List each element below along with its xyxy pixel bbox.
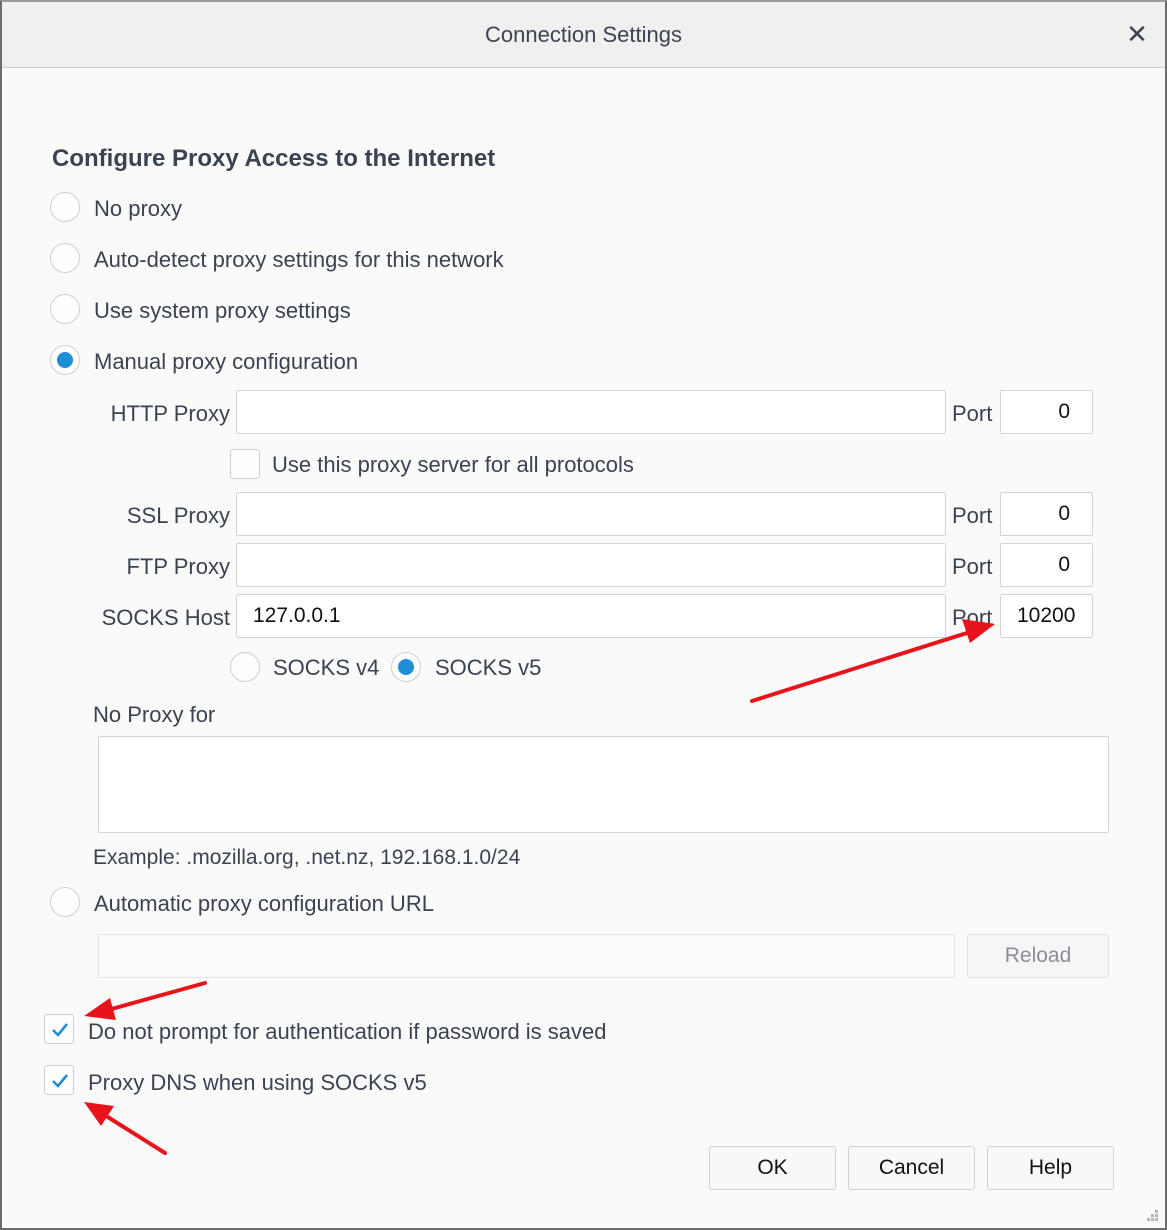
cancel-button[interactable]: Cancel: [848, 1146, 975, 1190]
section-heading: Configure Proxy Access to the Internet: [52, 145, 496, 172]
no-proxy-label: No Proxy for: [93, 702, 216, 727]
radio-no-proxy[interactable]: [50, 192, 80, 222]
dialog-title: Connection Settings: [485, 22, 682, 47]
http-proxy-input[interactable]: [236, 390, 946, 434]
radio-manual-proxy[interactable]: [50, 345, 80, 375]
share-proxy-label[interactable]: Use this proxy server for all protocols: [272, 452, 634, 478]
http-port-input[interactable]: 0: [1000, 390, 1093, 434]
help-button[interactable]: Help: [987, 1146, 1114, 1190]
ftp-port-label: Port: [952, 554, 993, 579]
radio-socks-v5-label[interactable]: SOCKS v5: [435, 655, 541, 681]
ftp-port-input[interactable]: 0: [1000, 543, 1093, 587]
radio-system-proxy-label[interactable]: Use system proxy settings: [94, 298, 351, 324]
ssl-proxy-input[interactable]: [236, 492, 946, 536]
reload-button[interactable]: Reload: [967, 934, 1109, 978]
radio-socks-v4-label[interactable]: SOCKS v4: [273, 655, 379, 681]
checkmark-icon: [52, 1074, 69, 1088]
socks-host-label: SOCKS Host: [101, 605, 230, 630]
proxy-dns-label[interactable]: Proxy DNS when using SOCKS v5: [88, 1070, 427, 1096]
radio-system-proxy[interactable]: [50, 294, 80, 324]
autoconfig-url-input[interactable]: [98, 934, 955, 978]
socks-port-label: Port: [952, 605, 993, 630]
radio-no-proxy-label[interactable]: No proxy: [94, 196, 182, 222]
radio-manual-proxy-label[interactable]: Manual proxy configuration: [94, 349, 358, 375]
ftp-proxy-label: FTP Proxy: [126, 554, 230, 579]
radio-autoconfig-url-label[interactable]: Automatic proxy configuration URL: [94, 891, 434, 917]
no-auth-prompt-label[interactable]: Do not prompt for authentication if pass…: [88, 1019, 607, 1045]
no-proxy-example: Example: .mozilla.org, .net.nz, 192.168.…: [93, 846, 521, 869]
checkmark-icon: [52, 1023, 69, 1037]
http-port-label: Port: [952, 401, 993, 426]
http-proxy-label: HTTP Proxy: [110, 401, 230, 426]
ok-button[interactable]: OK: [709, 1146, 836, 1190]
radio-autoconfig-url[interactable]: [50, 887, 80, 917]
title-bar: Connection Settings ✕: [2, 2, 1165, 68]
proxy-dns-checkbox[interactable]: [44, 1065, 74, 1095]
socks-port-input[interactable]: 10200: [1000, 594, 1093, 638]
close-icon: ✕: [1126, 19, 1148, 49]
ssl-port-label: Port: [952, 503, 993, 528]
socks-host-input[interactable]: 127.0.0.1: [236, 594, 946, 638]
ftp-proxy-input[interactable]: [236, 543, 946, 587]
no-auth-prompt-checkbox[interactable]: [44, 1014, 74, 1044]
ssl-port-input[interactable]: 0: [1000, 492, 1093, 536]
radio-socks-v4[interactable]: [230, 652, 260, 682]
radio-auto-detect-label[interactable]: Auto-detect proxy settings for this netw…: [94, 247, 504, 273]
resize-grip-icon[interactable]: [1145, 1208, 1159, 1222]
connection-settings-dialog: Connection Settings ✕ Configure Proxy Ac…: [0, 0, 1167, 1230]
share-proxy-checkbox[interactable]: [230, 449, 260, 479]
no-proxy-textarea[interactable]: [98, 736, 1109, 833]
close-button[interactable]: ✕: [1123, 18, 1151, 50]
ssl-proxy-label: SSL Proxy: [126, 503, 230, 528]
radio-socks-v5[interactable]: [391, 652, 421, 682]
radio-auto-detect[interactable]: [50, 243, 80, 273]
